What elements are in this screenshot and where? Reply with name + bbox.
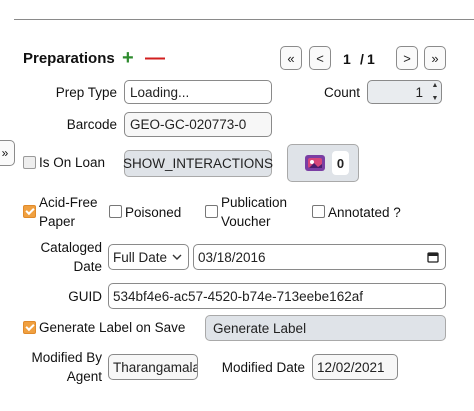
cataloged-date-label: Cataloged Date (40, 240, 102, 274)
guid-label: GUID (68, 289, 102, 304)
generate-label-checkbox[interactable] (23, 321, 36, 334)
modified-by-value: Tharangamala (113, 359, 198, 375)
guid-field[interactable]: 534bf4e6-ac57-4520-b74e-713eebe162af (108, 283, 446, 309)
date-precision-value: Full Date (113, 249, 168, 265)
is-on-loan-label: Is On Loan (39, 155, 106, 170)
publication-voucher-checkbox[interactable] (205, 205, 218, 218)
last-record-button[interactable]: » (424, 46, 446, 70)
chevron-right-icon: > (403, 50, 411, 66)
count-value: 1 (415, 84, 423, 100)
prep-type-label: Prep Type (55, 85, 117, 100)
pager-separator: / (360, 51, 364, 67)
section-title: Preparations (23, 50, 115, 67)
barcode-field[interactable]: GEO-GC-020773-0 (124, 112, 272, 137)
double-chevron-left-icon: « (287, 50, 295, 66)
acid-free-paper-label: Acid-Free Paper (39, 195, 98, 229)
cataloged-date-value: 03/18/2016 (198, 249, 266, 265)
stepper-down-icon[interactable]: ▼ (432, 95, 439, 102)
pager-current: 1 (343, 51, 351, 67)
barcode-value: GEO-GC-020773-0 (130, 117, 247, 132)
prep-type-select[interactable]: Loading... (124, 80, 272, 104)
barcode-label: Barcode (66, 117, 117, 132)
annotated-checkbox[interactable] (312, 205, 325, 218)
poisoned-label: Poisoned (125, 205, 182, 220)
poisoned-checkbox[interactable] (109, 205, 122, 218)
chevron-down-icon (172, 254, 182, 260)
double-chevron-right-icon: » (431, 50, 439, 66)
chevron-left-icon: < (316, 50, 324, 66)
generate-label-on-save-label: Generate Label on Save (39, 320, 186, 335)
modified-date-field[interactable]: 12/02/2021 (312, 354, 398, 380)
attachments-count: 0 (332, 151, 349, 175)
generate-label-button[interactable]: Generate Label (205, 315, 446, 341)
publication-voucher-label: Publication Voucher (221, 195, 288, 229)
modified-date-label: Modified Date (221, 360, 305, 375)
double-chevron-right-icon: » (1, 146, 9, 160)
pager-total: 1 (367, 51, 375, 67)
generate-label-button-text: Generate Label (213, 320, 307, 336)
attachment-icon (305, 155, 325, 171)
cataloged-date-input[interactable]: 03/18/2016 (193, 244, 446, 270)
modified-by-label: Modified By Agent (31, 350, 102, 384)
modified-date-value: 12/02/2021 (317, 359, 385, 375)
prep-type-value: Loading... (130, 84, 190, 100)
calendar-icon[interactable] (427, 251, 439, 263)
expand-sidebar-button[interactable]: » (0, 140, 15, 166)
guid-value: 534bf4e6-ac57-4520-b74e-713eebe162af (113, 288, 363, 304)
show-interactions-label: SHOW_INTERACTIONS (123, 156, 274, 171)
count-label: Count (323, 85, 360, 100)
add-preparation-button[interactable]: + (122, 47, 134, 69)
annotated-label: Annotated ? (328, 205, 401, 220)
show-interactions-button[interactable]: SHOW_INTERACTIONS (123, 150, 274, 177)
first-record-button[interactable]: « (280, 46, 302, 70)
acid-free-paper-checkbox[interactable] (23, 205, 36, 218)
next-record-button[interactable]: > (396, 46, 418, 70)
is-on-loan-checkbox[interactable] (23, 156, 36, 169)
modified-by-field[interactable]: Tharangamala (108, 354, 198, 380)
count-stepper[interactable]: ▲ ▼ (429, 82, 441, 102)
date-precision-select[interactable]: Full Date (108, 244, 189, 270)
previous-record-button[interactable]: < (309, 46, 331, 70)
stepper-up-icon[interactable]: ▲ (432, 82, 439, 89)
top-divider (14, 19, 474, 20)
remove-preparation-button[interactable]: — (145, 47, 165, 69)
attachments-button[interactable]: 0 (287, 144, 359, 182)
